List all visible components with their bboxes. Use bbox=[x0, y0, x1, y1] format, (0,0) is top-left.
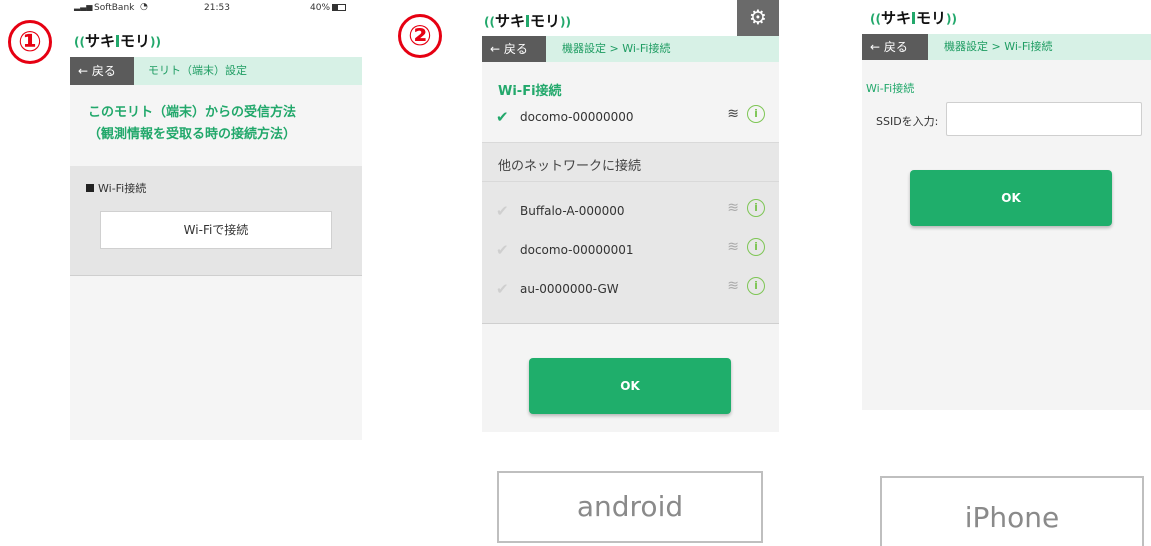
nav-bar: ← 戻る 機器設定 > Wi-Fi接続 bbox=[482, 36, 779, 62]
step-number-1: ① bbox=[8, 20, 52, 64]
signal-icon: ▂▃▅ bbox=[74, 2, 93, 11]
iphone-screen-moritor-settings: ▂▃▅ SoftBank ◔ 21:53 40% ((サキ モリ)) ← 戻る モ… bbox=[70, 0, 362, 440]
network-name: docomo-00000001 bbox=[520, 243, 634, 257]
wifi-section-title: Wi-Fi接続 bbox=[498, 84, 562, 99]
nav-title: 機器設定 > Wi-Fi接続 bbox=[944, 40, 1053, 53]
step-number-2: ② bbox=[398, 14, 442, 58]
network-name: Buffalo-A-000000 bbox=[520, 204, 625, 218]
connected-network-row[interactable]: ✔ docomo-00000000 ≋ i bbox=[482, 100, 779, 136]
android-caption: android bbox=[497, 471, 763, 543]
ssid-input[interactable] bbox=[946, 102, 1142, 136]
check-icon: ✔ bbox=[496, 241, 509, 259]
ssid-label: SSIDを入力: bbox=[876, 115, 939, 128]
network-name: docomo-00000000 bbox=[520, 110, 634, 124]
check-icon: ✔ bbox=[496, 280, 509, 298]
nav-title: 機器設定 > Wi-Fi接続 bbox=[562, 42, 671, 55]
iphone-screen-ssid-input: ((サキ モリ)) ← 戻る 機器設定 > Wi-Fi接続 Wi-Fi接続 SSI… bbox=[862, 0, 1151, 410]
check-icon: ✔ bbox=[496, 202, 509, 220]
app-logo: ((サキ モリ)) bbox=[74, 32, 161, 50]
bullet-square-icon bbox=[86, 184, 94, 192]
carrier-text: SoftBank bbox=[94, 3, 135, 13]
app-logo: ((サキ モリ)) bbox=[484, 12, 571, 30]
nav-bar: ← 戻る 機器設定 > Wi-Fi接続 bbox=[862, 34, 1151, 60]
ok-button[interactable]: OK bbox=[529, 358, 731, 414]
back-button[interactable]: ← 戻る bbox=[70, 57, 134, 85]
battery-text: 40% bbox=[310, 3, 331, 13]
receive-method-heading: このモリト（端末）からの受信方法 （観測情報を受取る時の接続方法） bbox=[88, 105, 297, 142]
back-button[interactable]: ← 戻る bbox=[862, 34, 928, 60]
wifi-section-label: Wi-Fi接続 bbox=[866, 82, 915, 95]
list-item[interactable]: ✔ Buffalo-A-000000 ≋ i bbox=[482, 194, 779, 230]
network-list: ✔ Buffalo-A-000000 ≋ i ✔ docomo-00000001… bbox=[482, 182, 779, 324]
wifi-lock-icon: ≋ bbox=[727, 200, 739, 216]
connect-wifi-button[interactable]: Wi-Fiで接続 bbox=[100, 211, 332, 249]
back-button[interactable]: ← 戻る bbox=[482, 36, 546, 62]
wifi-lock-icon: ≋ bbox=[727, 106, 739, 122]
status-bar: ▂▃▅ SoftBank ◔ 21:53 40% bbox=[70, 0, 362, 16]
wifi-lock-icon: ≋ bbox=[727, 239, 739, 255]
battery-icon bbox=[332, 4, 346, 11]
list-item[interactable]: ✔ au-0000000-GW ≋ i bbox=[482, 272, 779, 308]
wifi-lock-icon: ≋ bbox=[727, 278, 739, 294]
wifi-status-icon: ◔ bbox=[140, 2, 148, 12]
nav-title: モリト（端末）設定 bbox=[148, 64, 247, 77]
ok-button[interactable]: OK bbox=[910, 170, 1112, 226]
other-network-header: 他のネットワークに接続 bbox=[482, 142, 779, 182]
app-logo: ((サキ モリ)) bbox=[870, 9, 957, 27]
other-network-title: 他のネットワークに接続 bbox=[498, 159, 642, 174]
wifi-section-label: Wi-Fi接続 bbox=[86, 180, 146, 196]
time-text: 21:53 bbox=[204, 3, 230, 13]
check-icon: ✔ bbox=[496, 108, 509, 126]
list-item[interactable]: ✔ docomo-00000001 ≋ i bbox=[482, 233, 779, 269]
info-icon[interactable]: i bbox=[747, 199, 765, 217]
info-icon[interactable]: i bbox=[747, 277, 765, 295]
android-screen-wifi-connect: ((サキ モリ)) ⚙ ← 戻る 機器設定 > Wi-Fi接続 Wi-Fi接続 ✔… bbox=[482, 0, 779, 432]
iphone-caption: iPhone bbox=[880, 476, 1144, 546]
info-icon[interactable]: i bbox=[747, 238, 765, 256]
info-icon[interactable]: i bbox=[747, 105, 765, 123]
nav-bar: ← 戻る モリト（端末）設定 bbox=[70, 57, 362, 85]
gear-icon[interactable]: ⚙ bbox=[737, 0, 779, 36]
network-name: au-0000000-GW bbox=[520, 282, 619, 296]
